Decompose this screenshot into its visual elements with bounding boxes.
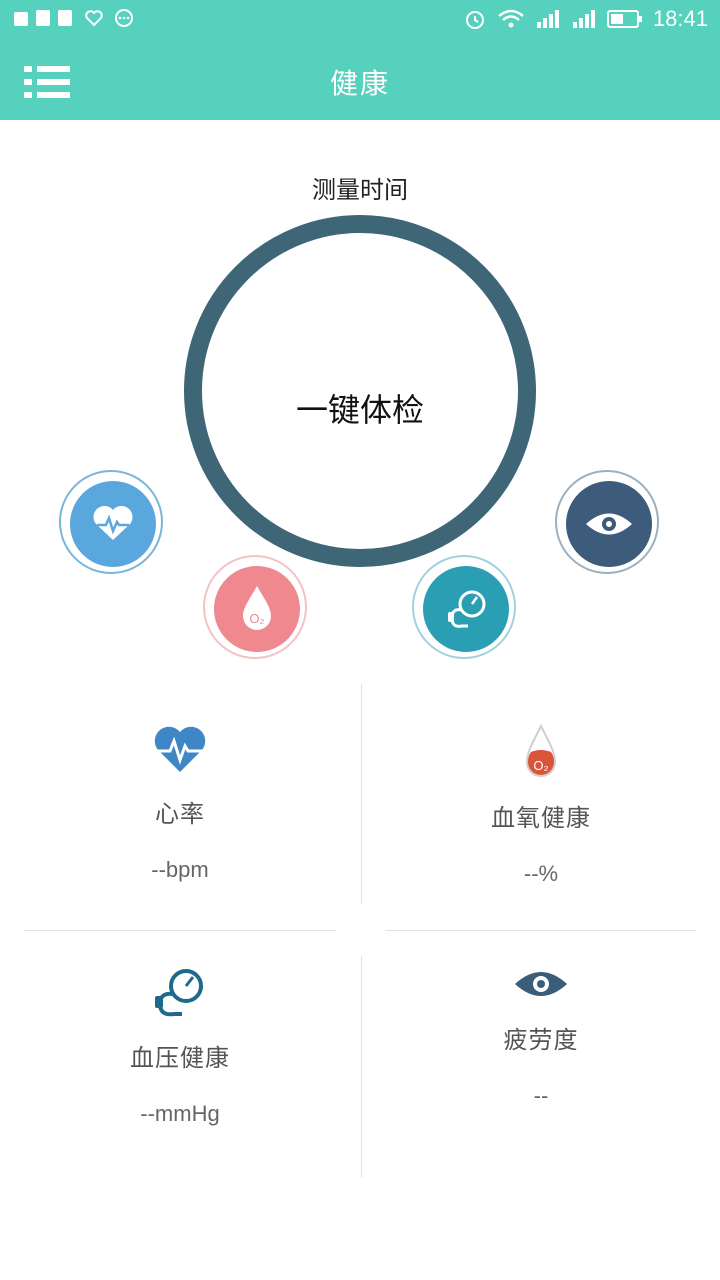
- svg-text:O₂: O₂: [533, 758, 548, 773]
- heart-rate-icon: [93, 505, 133, 540]
- signal-icon: [536, 10, 559, 28]
- eye-icon: [515, 972, 567, 996]
- blood-pressure-shortcut[interactable]: [412, 555, 516, 659]
- grid-divider-horizontal: [385, 930, 696, 931]
- blood-oxygen-shortcut[interactable]: O₂: [203, 555, 307, 659]
- blood-oxygen-icon: O₂: [525, 724, 557, 777]
- app-bar: 健康: [0, 42, 720, 120]
- metrics-grid: 心率 --bpm O₂ 血氧健康 --% 血压健康 --mmHg 疲劳度 --: [0, 684, 720, 1184]
- status-bar: 18:41: [0, 0, 720, 42]
- heart-rate-icon: [154, 726, 206, 772]
- metric-value: --bpm: [151, 857, 209, 882]
- one-click-checkup-button[interactable]: 一键体检: [184, 215, 536, 567]
- metric-blood-oxygen[interactable]: O₂ 血氧健康 --%: [361, 724, 720, 887]
- heart-rate-shortcut[interactable]: [59, 470, 163, 574]
- metric-value: --mmHg: [140, 1101, 220, 1126]
- metric-value: --: [533, 1083, 549, 1108]
- status-time: 18:41: [652, 6, 708, 31]
- svg-text:O₂: O₂: [249, 611, 264, 626]
- eye-icon: [586, 513, 632, 535]
- page-title: 健康: [329, 67, 390, 100]
- fatigue-shortcut[interactable]: [555, 470, 659, 574]
- notification-icon: [14, 10, 72, 26]
- more-circle-icon: [115, 9, 133, 27]
- battery-icon: [606, 10, 642, 28]
- measure-time-label: 测量时间: [312, 176, 408, 204]
- metric-fatigue[interactable]: 疲劳度 --: [361, 966, 720, 1109]
- metric-name: 疲劳度: [503, 1026, 579, 1054]
- notification-icons: [14, 8, 134, 28]
- metric-blood-pressure[interactable]: 血压健康 --mmHg: [0, 964, 360, 1127]
- blood-pressure-icon: [448, 590, 486, 628]
- alarm-icon: [465, 11, 484, 29]
- heart-outline-icon: [85, 10, 103, 27]
- metric-heart-rate[interactable]: 心率 --bpm: [0, 724, 360, 883]
- blood-oxygen-icon: O₂: [243, 586, 271, 630]
- grid-divider-horizontal: [24, 930, 336, 931]
- one-click-checkup-label: 一键体检: [295, 391, 424, 429]
- metric-name: 血氧健康: [491, 804, 591, 832]
- signal-icon: [572, 10, 595, 28]
- metric-name: 血压健康: [130, 1044, 230, 1072]
- metric-value: --%: [523, 861, 559, 886]
- blood-pressure-icon: [155, 969, 203, 1017]
- metric-name: 心率: [155, 800, 205, 828]
- wifi-icon: [498, 9, 524, 28]
